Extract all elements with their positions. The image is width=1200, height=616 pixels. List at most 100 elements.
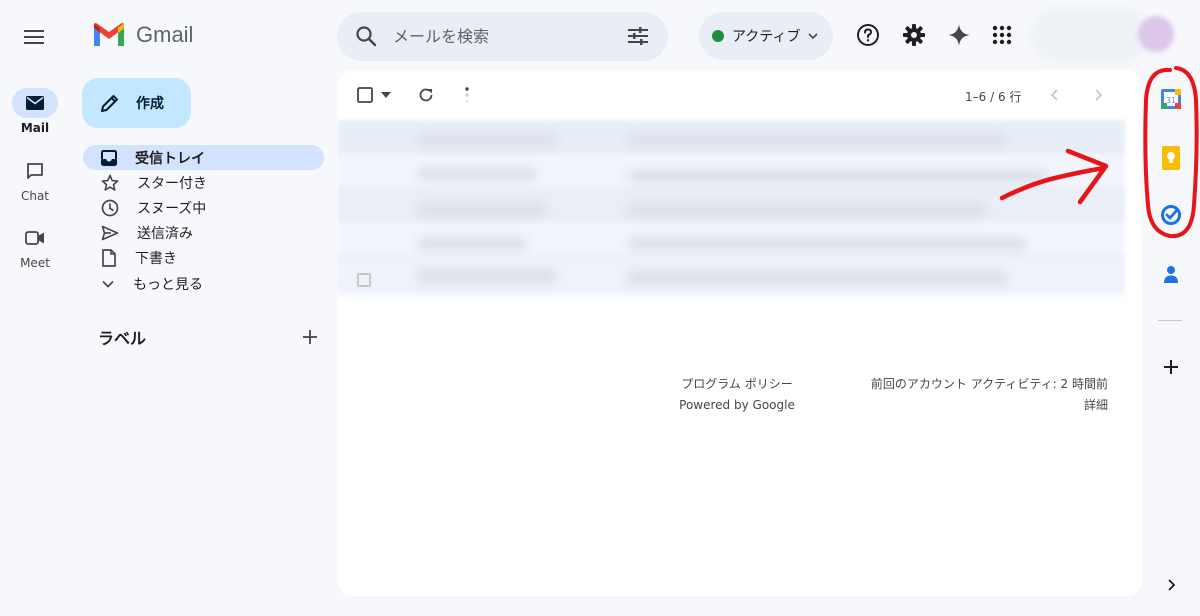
refresh-icon: [419, 88, 433, 102]
send-icon: [101, 225, 119, 240]
refresh-button[interactable]: [418, 84, 434, 106]
star-icon: [101, 174, 119, 191]
nav-label-more: もっと見る: [133, 276, 203, 293]
add-icon: [1164, 360, 1178, 374]
nav-item-sent[interactable]: 送信済み: [83, 220, 324, 245]
nav-item-snoozed[interactable]: スヌーズ中: [83, 195, 324, 220]
last-activity-text: 前回のアカウント アクティビティ: 2 時間前: [870, 377, 1108, 391]
footer-left: プログラム ポリシー Powered by Google: [637, 374, 837, 416]
mail-list-panel: 1–6 / 6 行 プログラム ポリシー Powered by Google 前…: [337, 70, 1142, 596]
rail-item-mail[interactable]: Mail: [0, 88, 70, 135]
account-area: [1030, 8, 1150, 62]
compose-label: 作成: [136, 96, 164, 112]
labels-title: ラベル: [98, 329, 147, 348]
gmail-logo-icon: [94, 23, 124, 46]
rail-item-meet[interactable]: Meet: [0, 223, 70, 270]
blurred-sender: [417, 238, 527, 250]
pencil-icon: [101, 95, 118, 112]
blurred-email-list: [337, 120, 1125, 296]
avatar[interactable]: [1138, 16, 1174, 52]
gear-icon: [903, 24, 925, 46]
older-page-button[interactable]: [1093, 84, 1103, 106]
inbox-icon: [101, 149, 117, 166]
blurred-sender: [417, 270, 557, 282]
tasks-icon: [1161, 205, 1181, 225]
sparkle-icon: [948, 24, 970, 46]
status-indicator-icon: [712, 30, 724, 42]
apps-button[interactable]: [987, 20, 1017, 50]
labels-header: ラベル: [98, 325, 318, 349]
details-link[interactable]: 詳細: [871, 395, 1108, 416]
select-all-checkbox[interactable]: [357, 84, 391, 106]
chevron-down-icon: [102, 280, 114, 288]
hamburger-menu-icon: [24, 30, 44, 44]
calendar-day: 31: [1166, 96, 1176, 105]
blurred-sender: [417, 204, 547, 216]
blurred-subject: [627, 134, 1007, 146]
help-icon: [857, 24, 879, 46]
chevron-right-icon: [1095, 89, 1103, 101]
row-checkbox[interactable]: [357, 273, 371, 287]
blurred-subject: [627, 238, 1027, 250]
chevron-right-icon: [1168, 579, 1176, 591]
side-panel-divider: [1158, 320, 1182, 321]
clock-icon: [101, 199, 119, 216]
settings-button[interactable]: [899, 20, 929, 50]
side-panel-tasks[interactable]: [1158, 202, 1184, 228]
chevron-down-icon: [808, 33, 819, 39]
help-button[interactable]: [853, 20, 883, 50]
newer-page-button[interactable]: [1050, 84, 1060, 106]
gemini-button[interactable]: [944, 20, 974, 50]
side-panel-add-button[interactable]: [1158, 354, 1184, 380]
search-icon[interactable]: [355, 25, 377, 47]
chat-icon: [27, 163, 43, 179]
rail-label-chat: Chat: [20, 189, 50, 203]
nav-item-inbox[interactable]: 受信トレイ: [83, 145, 324, 170]
blurred-subject: [627, 170, 1047, 182]
nav-item-drafts[interactable]: 下書き: [83, 245, 324, 270]
side-panel-keep[interactable]: [1158, 145, 1184, 171]
more-actions-button[interactable]: [465, 84, 469, 106]
nav-label-inbox: 受信トレイ: [135, 150, 205, 167]
video-icon: [25, 231, 44, 245]
nav-label-sent: 送信済み: [137, 225, 193, 242]
side-panel-calendar[interactable]: 31: [1158, 86, 1184, 112]
calendar-icon: 31: [1161, 89, 1181, 109]
caret-down-icon[interactable]: [381, 92, 391, 98]
powered-by-google: Powered by Google: [679, 398, 795, 412]
nav-label-drafts: 下書き: [135, 250, 177, 267]
rail-label-meet: Meet: [20, 256, 50, 270]
rail-label-mail: Mail: [20, 121, 50, 135]
status-label: アクティブ: [732, 29, 801, 45]
nav-item-more[interactable]: もっと見る: [83, 271, 324, 296]
status-dropdown[interactable]: アクティブ: [699, 12, 833, 60]
navigation-rail: Mail Chat Meet: [0, 0, 70, 616]
compose-button[interactable]: 作成: [82, 78, 191, 128]
list-toolbar: 1–6 / 6 行: [337, 70, 1142, 120]
more-vert-icon: [465, 87, 469, 103]
chevron-left-icon: [1050, 89, 1058, 101]
footer-right: 前回のアカウント アクティビティ: 2 時間前 詳細: [871, 374, 1108, 416]
search-bar[interactable]: [337, 12, 668, 61]
nav-label-snoozed: スヌーズ中: [137, 200, 207, 217]
checkbox-icon: [357, 87, 373, 103]
side-panel-toggle-button[interactable]: [1158, 572, 1184, 598]
keep-icon: [1162, 146, 1180, 170]
logo-text: Gmail: [136, 22, 194, 47]
rail-item-chat[interactable]: Chat: [0, 156, 70, 203]
mail-icon: [26, 96, 44, 110]
draft-icon: [102, 248, 116, 267]
program-policy-link[interactable]: プログラム ポリシー: [637, 374, 837, 395]
search-input[interactable]: [393, 24, 603, 48]
search-options-icon[interactable]: [627, 26, 649, 46]
gmail-logo[interactable]: Gmail: [92, 22, 193, 48]
nav-item-starred[interactable]: スター付き: [83, 170, 324, 195]
blurred-subject: [627, 272, 1007, 284]
blurred-sender: [417, 168, 537, 180]
blurred-subject: [627, 204, 987, 216]
main-menu-button[interactable]: [19, 22, 49, 52]
nav-label-starred: スター付き: [137, 175, 207, 192]
apps-grid-icon: [992, 25, 1012, 45]
side-panel-contacts[interactable]: [1158, 261, 1184, 287]
add-label-icon[interactable]: [302, 329, 318, 345]
